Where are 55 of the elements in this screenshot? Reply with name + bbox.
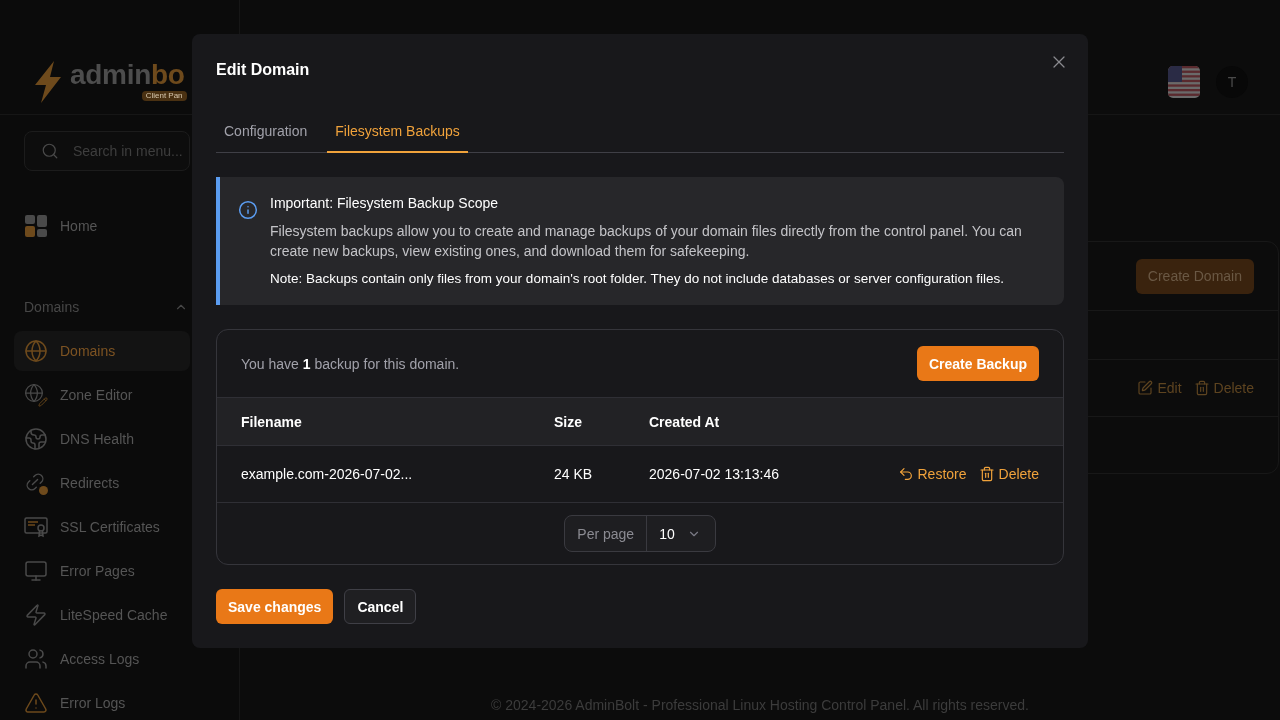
user-avatar[interactable]: T bbox=[1216, 65, 1248, 98]
trash-icon bbox=[978, 466, 995, 482]
dialog-title: Edit Domain bbox=[216, 60, 310, 80]
dashboard-icon bbox=[24, 214, 48, 238]
sidebar-item[interactable]: Access Logs bbox=[14, 639, 190, 679]
backup-summary: You have 1 backup for this domain. bbox=[241, 354, 460, 374]
sidebar-item[interactable]: Error Logs bbox=[14, 683, 190, 720]
edit-icon bbox=[1137, 380, 1154, 396]
table-cell-text: example.com-2026-07-02... bbox=[241, 465, 414, 484]
lightning-logo-icon bbox=[32, 60, 64, 103]
group-title: Domains bbox=[24, 298, 80, 317]
tab[interactable]: Filesystem Backups bbox=[327, 110, 468, 153]
tab[interactable]: Configuration bbox=[216, 110, 316, 153]
trash-icon bbox=[1193, 380, 1210, 396]
lightning-icon bbox=[24, 603, 48, 627]
notice-text: Filesystem backups allow you to create and manage backups of your domain files directly from the control panel. You can create new backups, view existing ones, and download them for safekeeping. bbox=[270, 222, 1023, 261]
notice-note: Note: Backups contain only files from your domain's root folder. They do not include databases or server configuration files. bbox=[270, 270, 1005, 288]
column-header: Size bbox=[554, 412, 583, 432]
undo-icon bbox=[897, 466, 914, 482]
per-page-select[interactable]: Per page 10 bbox=[564, 515, 716, 552]
sidebar-item[interactable]: DNS Health bbox=[14, 419, 190, 459]
notice-title: Important: Filesystem Backup Scope bbox=[270, 194, 499, 213]
info-icon bbox=[238, 200, 258, 220]
search-icon bbox=[41, 142, 59, 160]
table-cell-text: 24 KB bbox=[554, 465, 594, 484]
sidebar-item[interactable]: Redirects bbox=[14, 463, 190, 503]
sidebar-item[interactable]: SSL Certificates bbox=[14, 507, 190, 547]
globe-icon bbox=[24, 339, 48, 363]
sidebar-item[interactable]: LiteSpeed Cache bbox=[14, 595, 190, 635]
table-cell-text: 2026-07-02 13:13:46 bbox=[649, 465, 779, 484]
column-header: Filename bbox=[241, 412, 303, 432]
logo-badge: Client Pan bbox=[141, 90, 187, 101]
sidebar-item[interactable]: Zone Editor bbox=[14, 375, 190, 415]
save-button[interactable]: Save changes bbox=[216, 589, 334, 624]
row-action-link[interactable]: Restore bbox=[897, 464, 967, 484]
column-header: Created At bbox=[649, 412, 720, 432]
sidebar-item[interactable]: Home bbox=[14, 206, 190, 246]
sidebar-item[interactable]: Error Pages bbox=[14, 551, 190, 591]
users-icon bbox=[24, 647, 48, 671]
per-page-label: Per page bbox=[576, 524, 636, 544]
cancel-button[interactable]: Cancel bbox=[344, 589, 417, 624]
monitor-icon bbox=[24, 559, 48, 583]
logo-text: adminbo bbox=[70, 58, 185, 91]
create-backup-button[interactable]: Create Backup bbox=[916, 346, 1039, 381]
row-action-link[interactable]: Delete bbox=[978, 464, 1039, 484]
certificate-icon bbox=[24, 515, 48, 539]
warning-icon bbox=[24, 691, 48, 715]
per-page-value: 10 bbox=[659, 524, 675, 544]
row-action-link[interactable]: Delete bbox=[1193, 378, 1254, 398]
row-action-link[interactable]: Edit bbox=[1137, 378, 1182, 398]
sidebar-item[interactable]: Domains bbox=[14, 331, 190, 371]
flag-icon[interactable] bbox=[1168, 65, 1200, 98]
earth-icon bbox=[24, 427, 48, 451]
link-icon bbox=[24, 471, 48, 495]
globe-pencil-icon bbox=[24, 383, 48, 407]
